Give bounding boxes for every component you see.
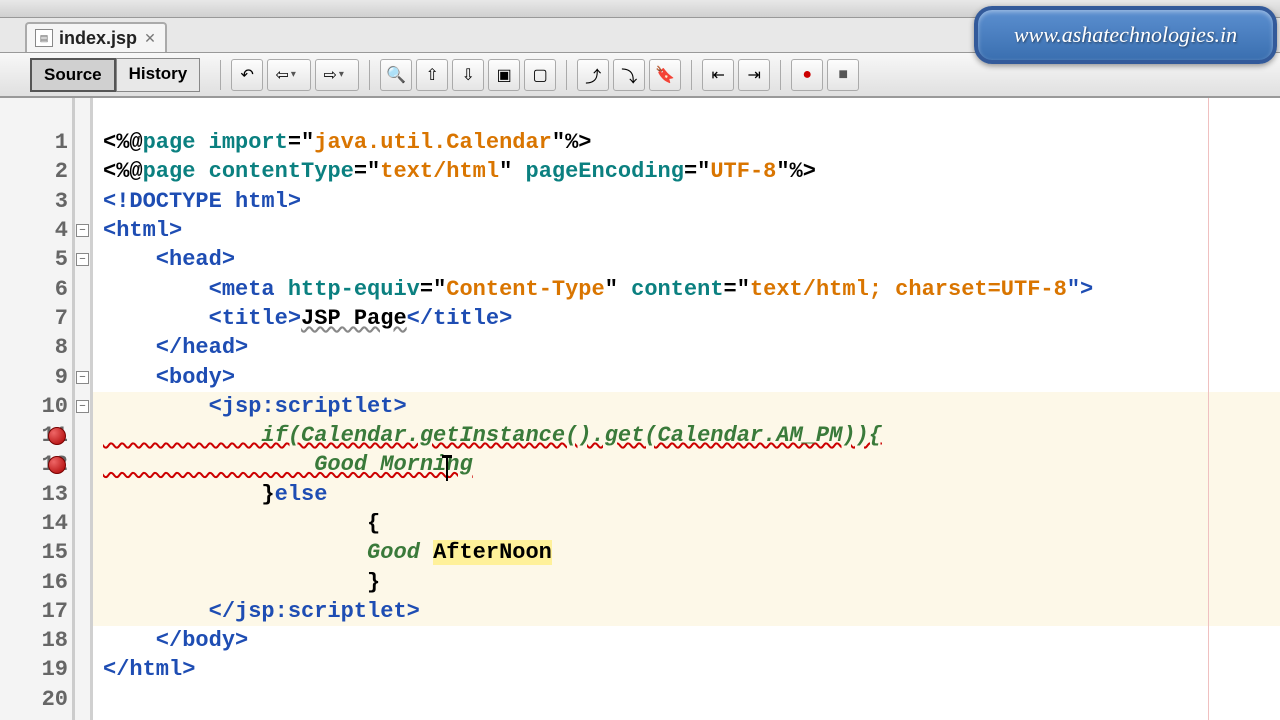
error-icon[interactable] xyxy=(48,427,66,445)
macro-stop-button[interactable]: ■ xyxy=(827,59,859,91)
line-number: 8 xyxy=(0,333,68,362)
jsp-file-icon: ▤ xyxy=(35,29,53,47)
find-next-button[interactable]: ⇩ xyxy=(452,59,484,91)
line-number: 4 xyxy=(0,216,68,245)
line-number: 9 xyxy=(0,362,68,391)
right-margin-line xyxy=(1208,98,1209,720)
line-number: 16 xyxy=(0,567,68,596)
line-number: 1 xyxy=(0,128,68,157)
fold-toggle-icon[interactable]: − xyxy=(76,400,89,413)
fold-toggle-icon[interactable]: − xyxy=(76,371,89,384)
shift-right-button[interactable]: ⇥ xyxy=(738,59,770,91)
line-number: 12 xyxy=(0,450,68,479)
line-number: 5 xyxy=(0,245,68,274)
line-number: 7 xyxy=(0,304,68,333)
find-prev-button[interactable]: ⇧ xyxy=(416,59,448,91)
line-number: 14 xyxy=(0,509,68,538)
line-number: 13 xyxy=(0,480,68,509)
file-tab-index-jsp[interactable]: ▤ index.jsp ✕ xyxy=(25,22,167,52)
history-view-tab[interactable]: History xyxy=(116,58,201,92)
last-edit-button[interactable]: ↶ xyxy=(231,59,263,91)
line-number: 2 xyxy=(0,157,68,186)
fold-gutter: − − − − xyxy=(75,98,93,720)
file-tab-label: index.jsp xyxy=(59,28,137,49)
editor-area: 1 2 3 4 5 6 7 8 9 10 11 12 13 14 15 16 1… xyxy=(0,98,1280,720)
line-number: 20 xyxy=(0,685,68,714)
back-nav-button[interactable]: ⇦▾ xyxy=(267,59,311,91)
toolbar-divider xyxy=(369,60,370,90)
line-number: 15 xyxy=(0,538,68,567)
code-text-area[interactable]: <%@page import="java.util.Calendar"%> <%… xyxy=(93,98,1280,720)
toolbar-divider xyxy=(566,60,567,90)
toolbar-divider xyxy=(220,60,221,90)
fold-toggle-icon[interactable]: − xyxy=(76,253,89,266)
line-number: 17 xyxy=(0,597,68,626)
shift-left-button[interactable]: ⇤ xyxy=(702,59,734,91)
toggle-highlight-button[interactable]: ▣ xyxy=(488,59,520,91)
line-number: 10 xyxy=(0,392,68,421)
line-number: 11 xyxy=(0,421,68,450)
line-number: 3 xyxy=(0,187,68,216)
fold-toggle-icon[interactable]: − xyxy=(76,224,89,237)
prev-bookmark-button[interactable]: ⤴ xyxy=(577,59,609,91)
toolbar-divider xyxy=(691,60,692,90)
toolbar-divider xyxy=(780,60,781,90)
forward-nav-button[interactable]: ⇨▾ xyxy=(315,59,359,91)
line-number: 18 xyxy=(0,626,68,655)
close-tab-icon[interactable]: ✕ xyxy=(143,31,157,45)
line-number: 6 xyxy=(0,274,68,303)
error-icon[interactable] xyxy=(48,456,66,474)
line-number: 19 xyxy=(0,655,68,684)
watermark-badge: www.ashatechnologies.in xyxy=(974,6,1277,64)
macro-record-button[interactable]: ● xyxy=(791,59,823,91)
find-button[interactable]: 🔍 xyxy=(380,59,412,91)
toggle-rect-select-button[interactable]: ▢ xyxy=(524,59,556,91)
source-view-tab[interactable]: Source xyxy=(30,58,116,92)
line-number-gutter: 1 2 3 4 5 6 7 8 9 10 11 12 13 14 15 16 1… xyxy=(0,98,75,720)
next-bookmark-button[interactable]: ⤵ xyxy=(613,59,645,91)
watermark-text: www.ashatechnologies.in xyxy=(1014,22,1237,48)
toggle-bookmark-button[interactable]: 🔖 xyxy=(649,59,681,91)
